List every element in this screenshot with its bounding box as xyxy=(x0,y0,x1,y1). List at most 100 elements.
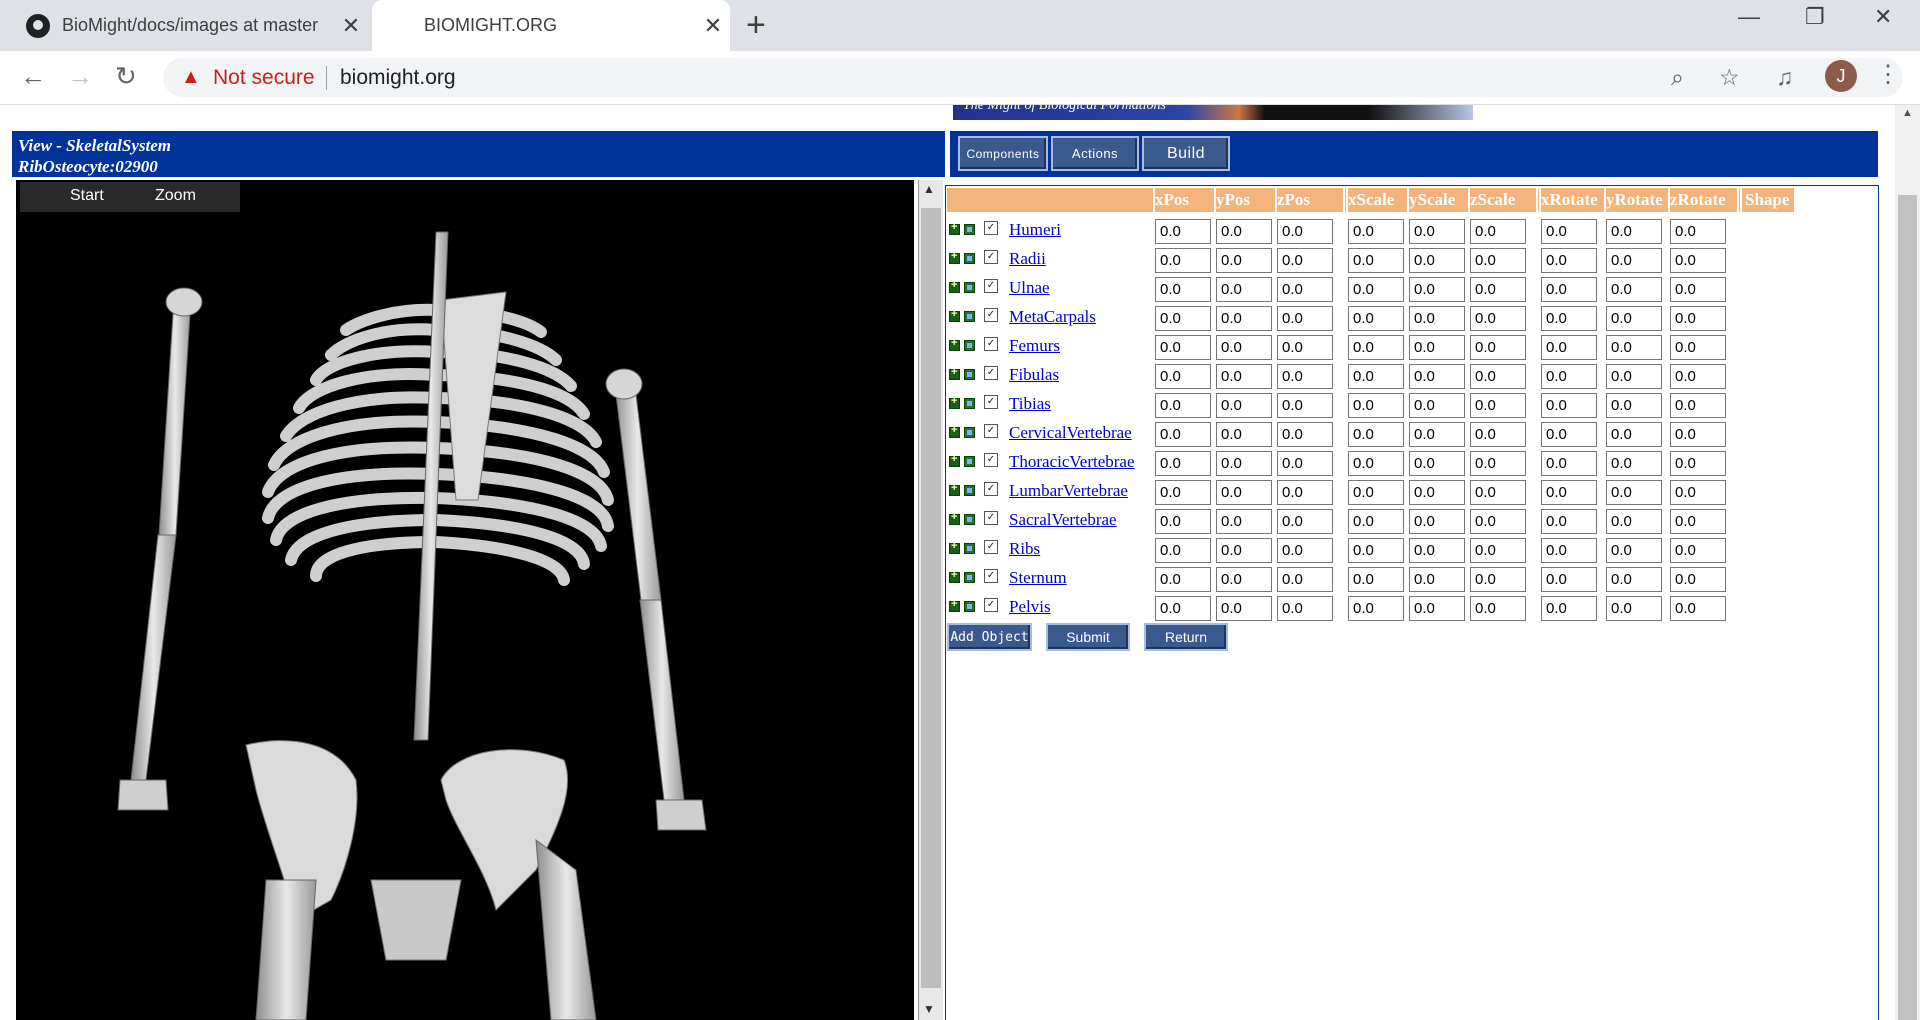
value-input[interactable]: 0.0 xyxy=(1606,567,1662,592)
value-input[interactable]: 0.0 xyxy=(1348,509,1404,534)
url-text[interactable]: biomight.org xyxy=(340,66,456,90)
value-input[interactable]: 0.0 xyxy=(1541,335,1597,360)
value-input[interactable]: 0.0 xyxy=(1606,538,1662,563)
visible-checkbox[interactable]: ✓ xyxy=(984,482,998,496)
visible-checkbox[interactable]: ✓ xyxy=(984,569,998,583)
value-input[interactable]: 0.0 xyxy=(1470,364,1526,389)
value-input[interactable]: 0.0 xyxy=(1155,509,1211,534)
value-input[interactable]: 0.0 xyxy=(1606,364,1662,389)
expand-icon[interactable] xyxy=(949,250,960,264)
value-input[interactable]: 0.0 xyxy=(1409,393,1465,418)
address-bar[interactable]: ▲ Not secure biomight.org ⌕ ☆ xyxy=(163,58,1903,97)
value-input[interactable]: 0.0 xyxy=(1277,306,1333,331)
node-icon[interactable] xyxy=(964,514,975,525)
value-input[interactable]: 0.0 xyxy=(1155,480,1211,505)
value-input[interactable]: 0.0 xyxy=(1670,451,1726,476)
viewer-zoom-button[interactable]: Zoom xyxy=(155,187,196,205)
value-input[interactable]: 0.0 xyxy=(1216,422,1272,447)
part-link[interactable]: Ribs xyxy=(1009,539,1040,559)
value-input[interactable]: 0.0 xyxy=(1670,422,1726,447)
value-input[interactable]: 0.0 xyxy=(1606,306,1662,331)
part-link[interactable]: Pelvis xyxy=(1009,597,1051,617)
value-input[interactable]: 0.0 xyxy=(1606,596,1662,621)
value-input[interactable]: 0.0 xyxy=(1277,277,1333,302)
minimize-button[interactable]: — xyxy=(1738,4,1760,30)
value-input[interactable]: 0.0 xyxy=(1155,538,1211,563)
warning-icon[interactable]: ▲ xyxy=(181,66,201,89)
value-input[interactable]: 0.0 xyxy=(1155,422,1211,447)
bookmark-star-icon[interactable]: ☆ xyxy=(1719,64,1740,91)
value-input[interactable]: 0.0 xyxy=(1216,248,1272,273)
visible-checkbox[interactable]: ✓ xyxy=(984,308,998,322)
value-input[interactable]: 0.0 xyxy=(1606,248,1662,273)
part-link[interactable]: Fibulas xyxy=(1009,365,1059,385)
value-input[interactable]: 0.0 xyxy=(1216,509,1272,534)
expand-icon[interactable] xyxy=(949,540,960,554)
value-input[interactable]: 0.0 xyxy=(1155,567,1211,592)
value-input[interactable]: 0.0 xyxy=(1606,277,1662,302)
scrollbar-thumb[interactable] xyxy=(921,208,941,988)
value-input[interactable]: 0.0 xyxy=(1348,538,1404,563)
part-link[interactable]: Femurs xyxy=(1009,336,1060,356)
value-input[interactable]: 0.0 xyxy=(1216,393,1272,418)
value-input[interactable]: 0.0 xyxy=(1541,219,1597,244)
visible-checkbox[interactable]: ✓ xyxy=(984,279,998,293)
value-input[interactable]: 0.0 xyxy=(1277,335,1333,360)
value-input[interactable]: 0.0 xyxy=(1216,451,1272,476)
value-input[interactable]: 0.0 xyxy=(1216,219,1272,244)
value-input[interactable]: 0.0 xyxy=(1541,567,1597,592)
value-input[interactable]: 0.0 xyxy=(1470,248,1526,273)
value-input[interactable]: 0.0 xyxy=(1277,596,1333,621)
value-input[interactable]: 0.0 xyxy=(1606,480,1662,505)
tab-close-icon[interactable]: ✕ xyxy=(334,13,368,39)
back-icon[interactable]: ← xyxy=(20,61,46,92)
value-input[interactable]: 0.0 xyxy=(1216,277,1272,302)
value-input[interactable]: 0.0 xyxy=(1470,451,1526,476)
node-icon[interactable] xyxy=(964,311,975,322)
expand-icon[interactable] xyxy=(949,453,960,467)
value-input[interactable]: 0.0 xyxy=(1409,509,1465,534)
reload-icon[interactable]: ↻ xyxy=(115,61,137,92)
value-input[interactable]: 0.0 xyxy=(1216,567,1272,592)
return-button[interactable]: Return xyxy=(1144,623,1228,651)
value-input[interactable]: 0.0 xyxy=(1277,509,1333,534)
zoom-icon[interactable]: ⌕ xyxy=(1671,64,1684,91)
visible-checkbox[interactable]: ✓ xyxy=(984,424,998,438)
value-input[interactable]: 0.0 xyxy=(1409,567,1465,592)
value-input[interactable]: 0.0 xyxy=(1348,306,1404,331)
value-input[interactable]: 0.0 xyxy=(1670,567,1726,592)
value-input[interactable]: 0.0 xyxy=(1216,596,1272,621)
visible-checkbox[interactable]: ✓ xyxy=(984,511,998,525)
value-input[interactable]: 0.0 xyxy=(1277,393,1333,418)
visible-checkbox[interactable]: ✓ xyxy=(984,250,998,264)
value-input[interactable]: 0.0 xyxy=(1541,393,1597,418)
value-input[interactable]: 0.0 xyxy=(1606,219,1662,244)
value-input[interactable]: 0.0 xyxy=(1606,509,1662,534)
visible-checkbox[interactable]: ✓ xyxy=(984,540,998,554)
tab-github[interactable]: BioMight/docs/images at master ✕ xyxy=(0,0,368,51)
value-input[interactable]: 0.0 xyxy=(1348,335,1404,360)
value-input[interactable]: 0.0 xyxy=(1409,277,1465,302)
part-link[interactable]: Sternum xyxy=(1009,568,1067,588)
expand-icon[interactable] xyxy=(949,569,960,583)
visible-checkbox[interactable]: ✓ xyxy=(984,598,998,612)
value-input[interactable]: 0.0 xyxy=(1277,451,1333,476)
value-input[interactable]: 0.0 xyxy=(1470,538,1526,563)
expand-icon[interactable] xyxy=(949,424,960,438)
value-input[interactable]: 0.0 xyxy=(1409,335,1465,360)
node-icon[interactable] xyxy=(964,543,975,554)
value-input[interactable]: 0.0 xyxy=(1541,538,1597,563)
expand-icon[interactable] xyxy=(949,482,960,496)
value-input[interactable]: 0.0 xyxy=(1541,480,1597,505)
node-icon[interactable] xyxy=(964,572,975,583)
value-input[interactable]: 0.0 xyxy=(1541,277,1597,302)
value-input[interactable]: 0.0 xyxy=(1348,393,1404,418)
value-input[interactable]: 0.0 xyxy=(1670,393,1726,418)
viewer-start-button[interactable]: Start xyxy=(70,187,104,205)
viewer-scrollbar[interactable]: ▲ ▼ xyxy=(918,180,943,1020)
value-input[interactable]: 0.0 xyxy=(1409,480,1465,505)
part-link[interactable]: LumbarVertebrae xyxy=(1009,481,1128,501)
value-input[interactable]: 0.0 xyxy=(1670,596,1726,621)
value-input[interactable]: 0.0 xyxy=(1277,248,1333,273)
node-icon[interactable] xyxy=(964,456,975,467)
